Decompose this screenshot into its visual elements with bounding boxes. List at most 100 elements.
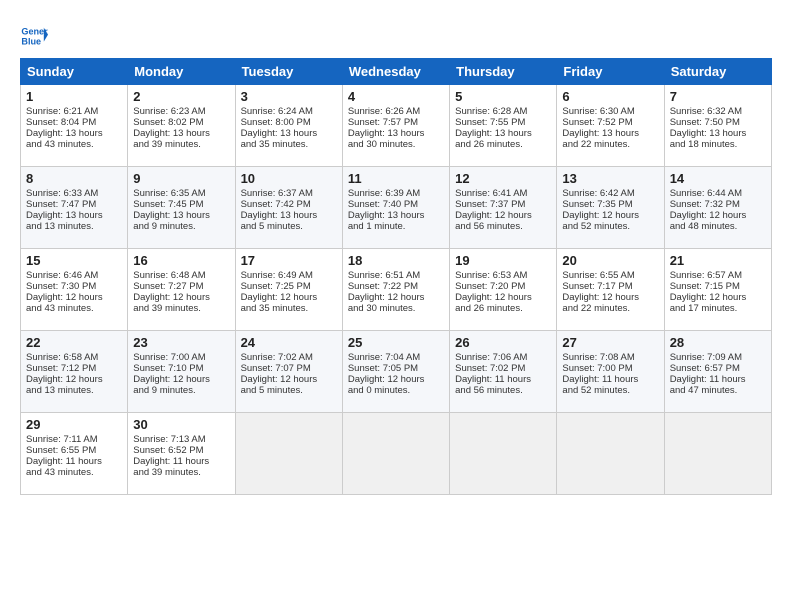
daylight-hours: Daylight: 12 hours [348,374,425,385]
week-row-5: 29Sunrise: 7:11 AMSunset: 6:55 PMDayligh… [21,413,772,495]
sunrise: Sunrise: 6:39 AM [348,188,420,199]
sunrise: Sunrise: 6:37 AM [241,188,313,199]
calendar-cell: 30Sunrise: 7:13 AMSunset: 6:52 PMDayligh… [128,413,235,495]
daylight-minutes: and 0 minutes. [348,385,410,396]
sunrise: Sunrise: 6:35 AM [133,188,205,199]
sunset: Sunset: 8:04 PM [26,117,96,128]
week-row-2: 8 Sunrise: 6:33 AMSunset: 7:47 PM Daylight… [21,167,772,249]
sunset: Sunset: 7:00 PM [562,363,632,374]
daylight-minutes: and 26 minutes. [455,303,523,314]
daylight-minutes: and 43 minutes. [26,303,94,314]
sunrise: Sunrise: 6:55 AM [562,270,634,281]
calendar-cell: 23Sunrise: 7:00 AMSunset: 7:10 PMDayligh… [128,331,235,413]
sunrise: Sunrise: 7:02 AM [241,352,313,363]
daylight-minutes: and 35 minutes. [241,303,309,314]
daylight-hours: Daylight: 13 hours [133,210,210,221]
calendar-cell: 18Sunrise: 6:51 AMSunset: 7:22 PMDayligh… [342,249,449,331]
sunset: Sunset: 7:47 PM [26,199,96,210]
daylight-minutes: and 18 minutes. [670,139,738,150]
daylight-hours: Daylight: 12 hours [670,292,747,303]
col-header-monday: Monday [128,59,235,85]
day-number: 18 [348,253,444,268]
sunrise: Sunrise: 6:30 AM [562,106,634,117]
svg-text:Blue: Blue [21,36,41,46]
calendar-cell: 21Sunrise: 6:57 AMSunset: 7:15 PMDayligh… [664,249,771,331]
calendar-cell [664,413,771,495]
daylight-hours: Daylight: 12 hours [562,210,639,221]
day-number: 17 [241,253,337,268]
sunrise: Sunrise: 6:42 AM [562,188,634,199]
day-number: 10 [241,171,337,186]
sunrise: Sunrise: 6:53 AM [455,270,527,281]
daylight-minutes: and 30 minutes. [348,303,416,314]
daylight-hours: Daylight: 12 hours [455,292,532,303]
sunset: Sunset: 7:05 PM [348,363,418,374]
daylight-minutes: and 47 minutes. [670,385,738,396]
daylight-minutes: and 9 minutes. [133,221,195,232]
sunset: Sunset: 7:55 PM [455,117,525,128]
daylight-hours: Daylight: 13 hours [348,210,425,221]
daylight-hours: Daylight: 11 hours [455,374,531,385]
calendar-cell: 29Sunrise: 7:11 AMSunset: 6:55 PMDayligh… [21,413,128,495]
day-number: 29 [26,417,122,432]
sunrise: Sunrise: 6:33 AM [26,188,98,199]
sunset: Sunset: 7:10 PM [133,363,203,374]
daylight-hours: Daylight: 11 hours [133,456,209,467]
sunrise: Sunrise: 6:46 AM [26,270,98,281]
day-number: 24 [241,335,337,350]
daylight-minutes: and 39 minutes. [133,303,201,314]
daylight-hours: Daylight: 13 hours [133,128,210,139]
daylight-hours: Daylight: 12 hours [133,374,210,385]
calendar-cell: 3Sunrise: 6:24 AMSunset: 8:00 PMDaylight… [235,85,342,167]
sunrise: Sunrise: 6:49 AM [241,270,313,281]
daylight-minutes: and 1 minute. [348,221,406,232]
week-row-4: 22Sunrise: 6:58 AMSunset: 7:12 PMDayligh… [21,331,772,413]
sunset: Sunset: 7:12 PM [26,363,96,374]
daylight-hours: Daylight: 12 hours [26,292,103,303]
daylight-hours: Daylight: 11 hours [670,374,746,385]
calendar-cell: 15Sunrise: 6:46 AMSunset: 7:30 PMDayligh… [21,249,128,331]
sunrise: Sunrise: 6:32 AM [670,106,742,117]
day-number: 26 [455,335,551,350]
day-number: 8 [26,171,122,186]
daylight-minutes: and 13 minutes. [26,221,94,232]
daylight-minutes: and 56 minutes. [455,385,523,396]
calendar-cell: 7Sunrise: 6:32 AMSunset: 7:50 PMDaylight… [664,85,771,167]
sunset: Sunset: 8:02 PM [133,117,203,128]
calendar-cell: 4Sunrise: 6:26 AMSunset: 7:57 PMDaylight… [342,85,449,167]
col-header-wednesday: Wednesday [342,59,449,85]
calendar-cell: 20Sunrise: 6:55 AMSunset: 7:17 PMDayligh… [557,249,664,331]
week-row-3: 15Sunrise: 6:46 AMSunset: 7:30 PMDayligh… [21,249,772,331]
sunset: Sunset: 8:00 PM [241,117,311,128]
calendar-cell: 28Sunrise: 7:09 AMSunset: 6:57 PMDayligh… [664,331,771,413]
sunset: Sunset: 7:50 PM [670,117,740,128]
daylight-minutes: and 5 minutes. [241,385,303,396]
sunset: Sunset: 7:52 PM [562,117,632,128]
day-number: 25 [348,335,444,350]
day-number: 6 [562,89,658,104]
col-header-saturday: Saturday [664,59,771,85]
day-number: 4 [348,89,444,104]
sunrise: Sunrise: 6:23 AM [133,106,205,117]
calendar-cell: 8Sunrise: 6:33 AMSunset: 7:47 PMDaylight… [21,167,128,249]
day-number: 23 [133,335,229,350]
calendar-cell: 27Sunrise: 7:08 AMSunset: 7:00 PMDayligh… [557,331,664,413]
calendar-cell: 1Sunrise: 6:21 AMSunset: 8:04 PMDaylight… [21,85,128,167]
calendar-cell: 11Sunrise: 6:39 AMSunset: 7:40 PMDayligh… [342,167,449,249]
sunrise: Sunrise: 6:24 AM [241,106,313,117]
sunset: Sunset: 7:20 PM [455,281,525,292]
sunrise: Sunrise: 7:06 AM [455,352,527,363]
col-header-friday: Friday [557,59,664,85]
sunset: Sunset: 6:57 PM [670,363,740,374]
sunset: Sunset: 7:22 PM [348,281,418,292]
sunset: Sunset: 7:07 PM [241,363,311,374]
sunset: Sunset: 7:02 PM [455,363,525,374]
col-header-tuesday: Tuesday [235,59,342,85]
day-number: 22 [26,335,122,350]
calendar-table: SundayMondayTuesdayWednesdayThursdayFrid… [20,58,772,495]
daylight-hours: Daylight: 13 hours [348,128,425,139]
calendar-cell: 16Sunrise: 6:48 AMSunset: 7:27 PMDayligh… [128,249,235,331]
daylight-minutes: and 35 minutes. [241,139,309,150]
calendar-cell: 12Sunrise: 6:41 AMSunset: 7:37 PMDayligh… [450,167,557,249]
calendar-cell: 2Sunrise: 6:23 AMSunset: 8:02 PMDaylight… [128,85,235,167]
